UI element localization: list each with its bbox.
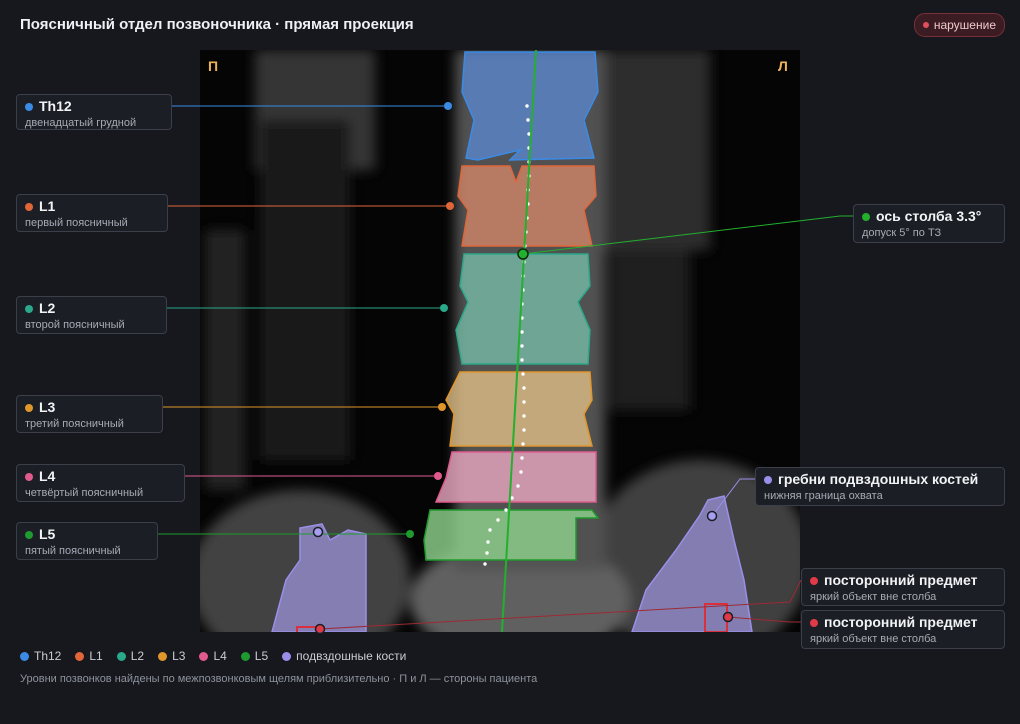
l2-dot-icon [25,304,33,313]
label-l4-name: L4 [39,468,56,484]
label-l3[interactable]: L3 третий поясничный [16,395,163,433]
label-l4-desc: четвёртый поясничный [25,487,144,499]
foreign2-dot-icon [810,618,818,627]
label-l1[interactable]: L1 первый поясничный [16,194,168,232]
label-l1-desc: первый поясничный [25,217,128,229]
legend-label: L3 [172,649,186,663]
label-l5-desc: пятый поясничный [25,545,121,557]
legend: Th12 L1 L2 L3 L4 L5 подвздошные кости [20,649,406,663]
label-foreign-object-1[interactable]: посторонний предмет яркий объект вне сто… [801,568,1005,606]
legend-th12-dot-icon [20,651,29,661]
anchor-iliac-left [706,510,718,522]
footer-note: Уровни позвонков найдены по межпозвонков… [20,673,538,685]
legend-item-l5: L5 [240,649,269,663]
th12-dot-icon [25,102,33,111]
foreign1-dot-icon [810,576,818,585]
legend-l3-dot-icon [158,651,168,661]
label-l4[interactable]: L4 четвёртый поясничный [16,464,185,502]
label-axis-desc: допуск 5° по ТЗ [862,227,942,239]
label-iliac-name: гребни подвздошных костей [778,471,979,487]
l4-dot-icon [25,472,33,481]
anchor-l2 [440,304,448,312]
anchor-l3 [438,403,446,411]
label-foreign1-desc: яркий объект вне столба [810,591,937,603]
legend-l5-dot-icon [240,651,250,661]
label-th12[interactable]: Th12 двенадцатый грудной [16,94,172,130]
label-l3-name: L3 [39,399,56,415]
label-iliac-desc: нижняя граница охвата [764,490,883,502]
legend-label: L4 [213,649,227,663]
legend-item-l3: L3 [158,649,185,663]
label-foreign2-name: посторонний предмет [824,614,978,630]
axis-dot-icon [862,212,870,221]
label-th12-desc: двенадцатый грудной [25,117,137,129]
anchor-foreign-2 [314,623,326,635]
anchor-l5 [406,530,414,538]
anchor-axis [517,248,529,260]
legend-label: L5 [254,649,269,663]
legend-label: подвздошные кости [296,649,407,663]
anchor-th12 [444,102,452,110]
side-marker-left: Л [778,58,788,74]
side-marker-right: П [208,58,219,74]
label-l2-desc: второй поясничный [25,319,125,331]
label-foreign1-name: посторонний предмет [824,572,978,588]
anchor-l1 [446,202,454,210]
l3-dot-icon [25,403,33,412]
l1-dot-icon [25,202,33,211]
label-l2-name: L2 [39,300,56,316]
legend-l4-dot-icon [199,651,209,661]
label-foreign-object-2[interactable]: посторонний предмет яркий объект вне сто… [801,610,1005,649]
anchor-l4 [434,472,442,480]
legend-iliac-dot-icon [282,651,292,661]
legend-item-th12: Th12 [20,649,61,663]
legend-label: Th12 [34,649,62,663]
legend-l2-dot-icon [116,651,126,661]
label-iliac-crests[interactable]: гребни подвздошных костей нижняя граница… [755,467,1005,506]
legend-l1-dot-icon [75,651,85,661]
l5-dot-icon [25,530,33,539]
label-th12-name: Th12 [39,98,72,114]
label-l1-name: L1 [39,198,56,214]
legend-item-l2: L2 [116,649,145,663]
legend-label: L1 [89,649,103,663]
label-l3-desc: третий поясничный [25,418,124,430]
iliac-dot-icon [764,475,772,484]
label-axis-name: ось столба 3.3° [876,208,982,224]
label-l2[interactable]: L2 второй поясничный [16,296,167,334]
legend-item-l1: L1 [75,649,103,663]
label-spine-axis[interactable]: ось столба 3.3° допуск 5° по ТЗ [853,204,1005,243]
legend-label: L2 [130,649,145,663]
vertebra-l5-mask [423,509,600,561]
legend-item-l4: L4 [199,649,227,663]
legend-item-iliac: подвздошные кости [282,649,406,663]
anchor-iliac-right [312,526,324,538]
label-foreign2-desc: яркий объект вне столба [810,633,937,645]
anchor-foreign-1 [722,611,734,623]
label-l5[interactable]: L5 пятый поясничный [16,522,158,560]
vertebra-l4-mask [434,451,597,503]
vertebra-l3-mask [445,371,593,447]
label-l5-name: L5 [39,526,56,542]
